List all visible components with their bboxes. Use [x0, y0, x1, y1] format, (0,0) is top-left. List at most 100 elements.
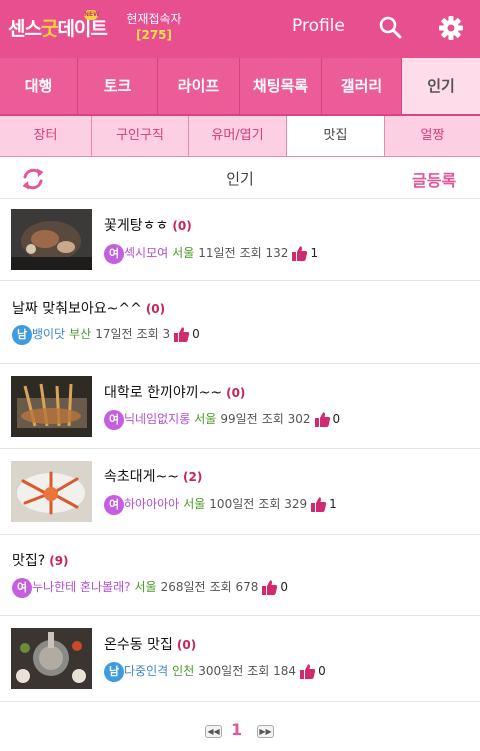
online-users: 현재접속자 [275]	[114, 11, 194, 43]
comment-count: (0)	[145, 302, 166, 316]
view-count: 조회 678	[209, 580, 259, 594]
online-label: 현재접속자	[126, 12, 182, 26]
new-badge: NEW	[84, 10, 100, 20]
list-item[interactable]: 꽃게탕ㅎㅎ (0) 여 섹시모여 서울 11일전 조회 132 1	[0, 199, 480, 281]
post-title[interactable]: 온수동 맛집 (0)	[104, 634, 196, 654]
post-thumbnail	[11, 209, 92, 270]
author-nick[interactable]: 하아아아아	[124, 497, 179, 511]
post-title[interactable]: 속초대게~~ (2)	[104, 466, 202, 486]
view-count: 조회 329	[258, 497, 308, 511]
subtab-market[interactable]: 장터	[0, 116, 92, 156]
post-title-text: 맛집?	[12, 553, 46, 569]
comment-count: (2)	[182, 470, 203, 484]
comment-count: (9)	[49, 554, 69, 568]
subtab-best-looks[interactable]: 얼짱	[385, 116, 480, 156]
author-nick[interactable]: 뱅이닷	[32, 327, 65, 341]
tab-talk[interactable]: 토크	[78, 58, 158, 114]
view-count: 조회 302	[261, 412, 311, 426]
list-item[interactable]: 맛집? (9) 여 누나한테 혼나볼래? 서울 268일전 조회 678 0	[0, 535, 480, 616]
subtab-restaurants[interactable]: 맛집	[287, 116, 385, 156]
pagination: ◀◀ 1 ▶▶	[0, 717, 480, 747]
like-count: 1	[329, 497, 337, 511]
thumbs-up-icon	[262, 580, 278, 595]
subtab-jobs[interactable]: 구인구직	[92, 116, 189, 156]
gender-badge: 여	[104, 409, 124, 430]
post-meta: 남 다중인격 인천 300일전 조회 184 0	[104, 660, 326, 682]
gender-badge: 남	[104, 661, 124, 682]
post-date: 99일전	[220, 412, 258, 426]
gender-badge: 여	[104, 243, 124, 264]
like-count: 0	[192, 327, 200, 341]
post-title-text: 대학로 한끼야끼~~	[104, 385, 223, 401]
thumbs-up-icon	[300, 664, 316, 679]
author-region: 인천	[172, 664, 195, 678]
profile-link[interactable]: Profile	[292, 16, 345, 36]
list-item[interactable]: 대학로 한끼야끼~~ (0) 여 닉네임없지롱 서울 99일전 조회 302 0	[0, 364, 480, 449]
list-item[interactable]: 온수동 맛집 (0) 남 다중인격 인천 300일전 조회 184 0	[0, 616, 480, 702]
author-nick[interactable]: 다중인격	[124, 664, 168, 678]
post-date: 100일전	[209, 497, 255, 511]
gear-icon[interactable]	[437, 14, 465, 42]
current-page[interactable]: 1	[231, 720, 242, 739]
app-header: 센스굿데이트 NEW 현재접속자 [275] Profile	[0, 0, 480, 58]
post-title[interactable]: 날짜 맞춰보아요~^^ (0)	[12, 298, 165, 318]
post-thumbnail	[11, 376, 92, 437]
list-item[interactable]: 날짜 맞춰보아요~^^ (0) 남 뱅이닷 부산 17일전 조회 3 0	[0, 281, 480, 364]
like-count: 0	[332, 412, 341, 426]
author-region: 서울	[183, 497, 206, 511]
post-date: 268일전	[160, 580, 206, 594]
thumbs-up-icon	[314, 412, 330, 427]
view-count: 조회 132	[239, 246, 289, 260]
view-count: 조회 3	[136, 327, 171, 341]
post-date: 300일전	[198, 664, 244, 678]
thumbs-up-icon	[311, 497, 327, 512]
post-date: 17일전	[95, 327, 133, 341]
tab-daehaeng[interactable]: 대행	[0, 58, 78, 114]
view-count: 조회 184	[247, 664, 297, 678]
tab-gallery[interactable]: 갤러리	[322, 58, 402, 114]
like-count: 1	[310, 246, 319, 260]
post-meta: 여 하아아아아 서울 100일전 조회 329 1	[104, 493, 337, 515]
post-meta: 여 섹시모여 서울 11일전 조회 132 1	[104, 242, 318, 264]
post-title[interactable]: 맛집? (9)	[12, 550, 69, 570]
gender-badge: 여	[104, 494, 124, 515]
post-thumbnail	[11, 461, 92, 522]
author-region: 서울	[172, 246, 195, 260]
online-count: [275]	[135, 28, 173, 42]
author-region: 서울	[194, 412, 217, 426]
comment-count: (0)	[176, 638, 197, 652]
first-page-button[interactable]: ◀◀	[205, 725, 222, 738]
post-title[interactable]: 대학로 한끼야끼~~ (0)	[104, 382, 245, 402]
subtab-humor[interactable]: 유머/엽기	[189, 116, 287, 156]
tab-popular[interactable]: 인기	[402, 58, 480, 114]
post-thumbnail	[11, 628, 92, 689]
post-title-text: 꽃게탕ㅎㅎ	[104, 218, 169, 234]
like-count: 0	[280, 580, 289, 594]
logo-text-a: 센스	[8, 18, 42, 40]
author-nick[interactable]: 누나한테 혼나볼래?	[32, 580, 131, 594]
thumbs-up-icon	[292, 246, 308, 261]
gender-badge: 남	[12, 324, 32, 345]
last-page-button[interactable]: ▶▶	[257, 725, 274, 738]
post-title-text: 온수동 맛집	[104, 637, 173, 653]
logo-text-b: 굿	[40, 18, 59, 40]
author-region: 부산	[69, 327, 92, 341]
author-nick[interactable]: 섹시모여	[124, 246, 168, 260]
author-nick[interactable]: 닉네임없지롱	[124, 412, 190, 426]
write-post-button[interactable]: 글등록	[412, 167, 456, 191]
page-title: 인기	[226, 170, 254, 188]
tab-chat-list[interactable]: 채팅목록	[240, 58, 322, 114]
comment-count: (0)	[172, 219, 192, 233]
sub-tabs: 장터 구인구직 유머/엽기 맛집 얼짱	[0, 116, 480, 157]
thumbs-up-icon	[174, 327, 190, 342]
comment-count: (0)	[226, 386, 246, 400]
search-icon[interactable]	[377, 14, 405, 42]
post-title[interactable]: 꽃게탕ㅎㅎ (0)	[104, 215, 192, 235]
list-item[interactable]: 속초대게~~ (2) 여 하아아아아 서울 100일전 조회 329 1	[0, 449, 480, 535]
tab-life[interactable]: 라이프	[158, 58, 240, 114]
post-title-text: 날짜 맞춰보아요~^^	[12, 301, 142, 317]
like-count: 0	[318, 664, 326, 678]
post-date: 11일전	[198, 246, 236, 260]
gender-badge: 여	[12, 577, 32, 598]
post-meta: 남 뱅이닷 부산 17일전 조회 3 0	[12, 323, 200, 345]
